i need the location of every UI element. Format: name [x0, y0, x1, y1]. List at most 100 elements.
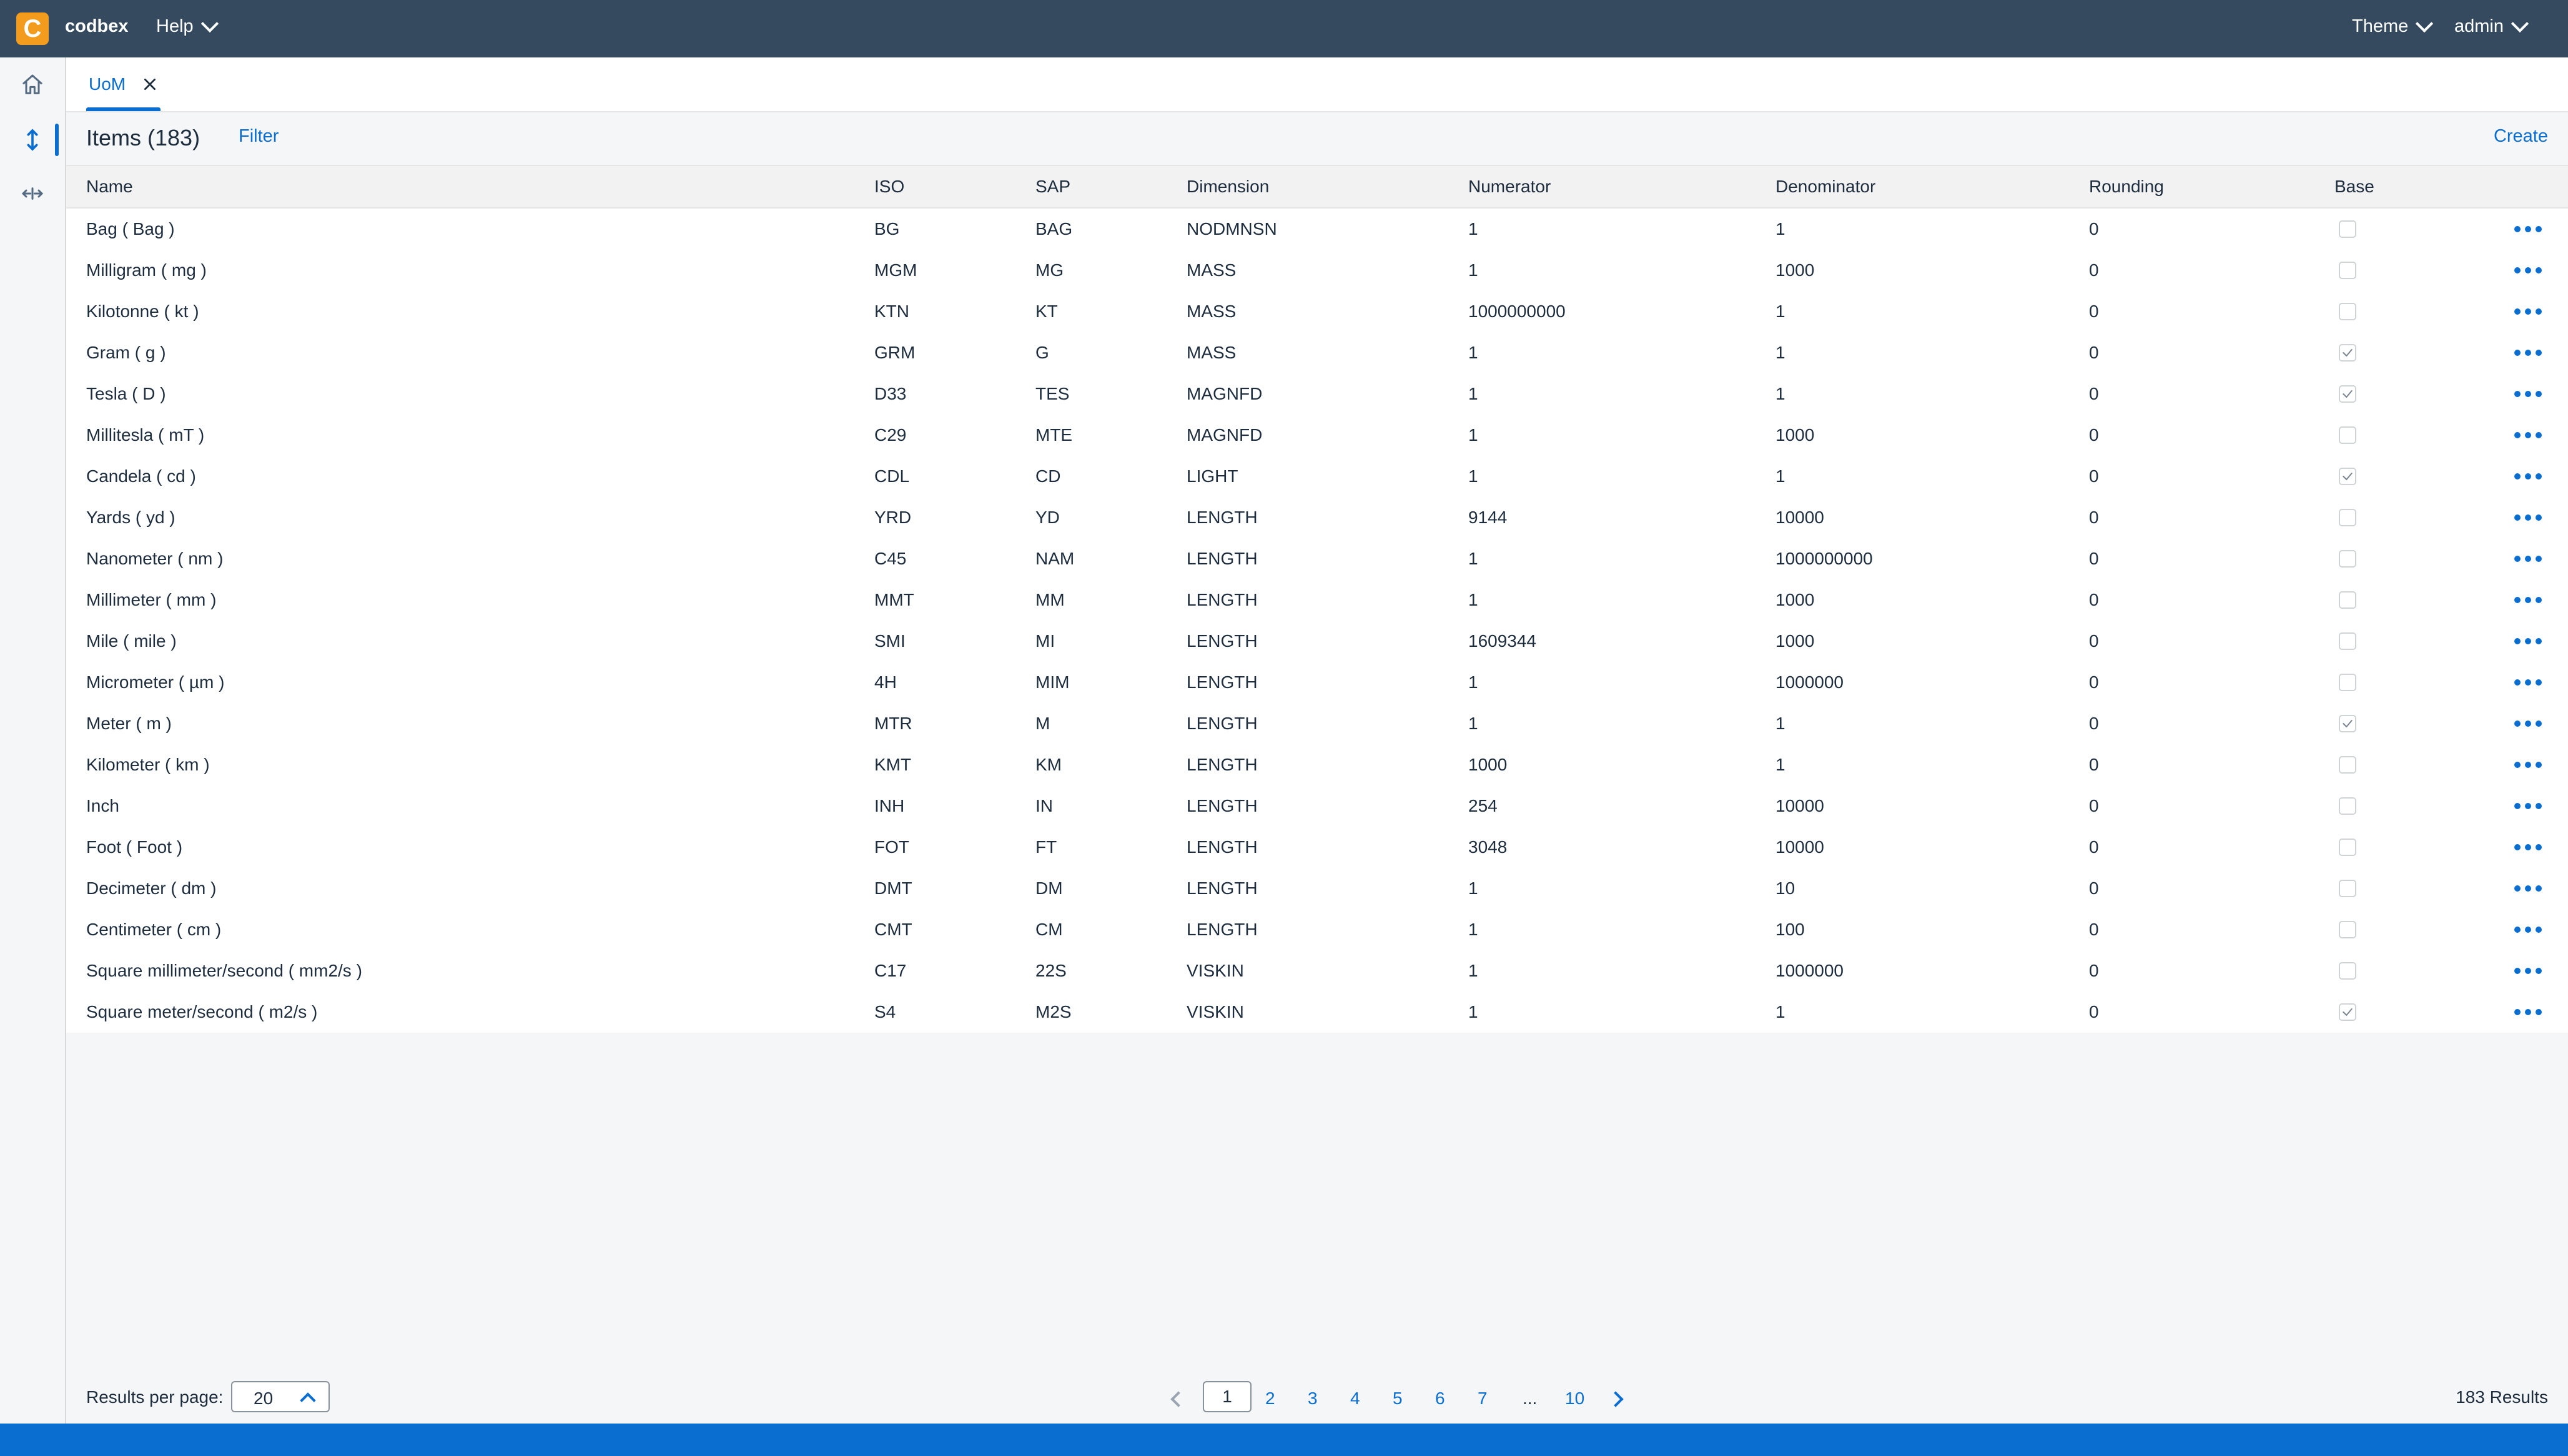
row-actions-button[interactable] [2514, 714, 2542, 733]
close-icon[interactable] [142, 76, 158, 92]
table-row[interactable]: Decimeter ( dm ) DMT DM LENGTH 1 10 0 [66, 868, 2568, 909]
create-button[interactable]: Create [2494, 126, 2548, 147]
table-row[interactable]: Foot ( Foot ) FOT FT LENGTH 3048 10000 0 [66, 827, 2568, 868]
name-cell: Nanometer ( nm ) [86, 549, 224, 568]
row-actions-button[interactable] [2514, 549, 2542, 568]
table-row[interactable]: Kilometer ( km ) KMT KM LENGTH 1000 1 0 [66, 744, 2568, 785]
table-row[interactable]: Candela ( cd ) CDL CD LIGHT 1 1 0 [66, 456, 2568, 497]
row-actions-button[interactable] [2514, 261, 2542, 280]
tab-uom[interactable]: UoM [86, 57, 161, 111]
page-7-button[interactable]: 7 [1478, 1389, 1488, 1409]
table-row[interactable]: Mile ( mile ) SMI MI LENGTH 1609344 1000 0 [66, 621, 2568, 662]
column-header-rounding[interactable]: Rounding [2089, 166, 2164, 207]
column-header-name[interactable]: Name [86, 166, 133, 207]
row-actions-button[interactable] [2514, 385, 2542, 403]
home-button[interactable] [0, 60, 65, 110]
codbex-logo-icon[interactable]: C [16, 12, 49, 45]
uom-table: Name ISO SAP Dimension Numerator Denomin… [66, 165, 2568, 1033]
filter-button[interactable]: Filter [239, 126, 279, 147]
iso-cell: C17 [874, 961, 907, 980]
rounding-cell: 0 [2089, 631, 2099, 651]
column-header-denominator[interactable]: Denominator [1775, 166, 1875, 207]
row-actions-button[interactable] [2514, 426, 2542, 445]
table-row[interactable]: Tesla ( D ) D33 TES MAGNFD 1 1 0 [66, 373, 2568, 415]
sap-cell: 22S [1035, 961, 1067, 980]
theme-menu[interactable]: Theme [2352, 14, 2434, 37]
table-row[interactable]: Meter ( m ) MTR M LENGTH 1 1 0 [66, 703, 2568, 744]
column-header-dimension[interactable]: Dimension [1187, 166, 1269, 207]
row-actions-button[interactable] [2514, 1003, 2542, 1021]
more-dot [2514, 885, 2521, 892]
iso-cell: YRD [874, 508, 912, 527]
denominator-cell: 1000 [1775, 425, 1815, 445]
page-6-button[interactable]: 6 [1435, 1389, 1445, 1409]
page-5-button[interactable]: 5 [1393, 1389, 1403, 1409]
row-actions-button[interactable] [2514, 838, 2542, 857]
page-2-button[interactable]: 2 [1265, 1389, 1275, 1409]
row-actions-button[interactable] [2514, 962, 2542, 980]
row-actions-button[interactable] [2514, 302, 2542, 321]
expand-nav-button[interactable] [0, 169, 65, 219]
page-ellipsis: ... [1523, 1389, 1538, 1408]
row-actions-button[interactable] [2514, 508, 2542, 527]
row-actions-button[interactable] [2514, 920, 2542, 939]
table-row[interactable]: Gram ( g ) GRM G MASS 1 1 0 [66, 332, 2568, 373]
table-row[interactable]: Milligram ( mg ) MGM MG MASS 1 1000 0 [66, 250, 2568, 291]
row-actions-button[interactable] [2514, 673, 2542, 692]
row-actions-button[interactable] [2514, 591, 2542, 609]
table-row[interactable]: Nanometer ( nm ) C45 NAM LENGTH 1 1000000000 0 [66, 538, 2568, 579]
column-header-sap[interactable]: SAP [1035, 166, 1070, 207]
denominator-cell: 1000000000 [1775, 549, 1873, 568]
rounding-cell: 0 [2089, 219, 2099, 239]
row-actions-button[interactable] [2514, 797, 2542, 815]
column-header-iso[interactable]: ISO [874, 166, 904, 207]
more-dot [2514, 267, 2521, 273]
row-actions-button[interactable] [2514, 467, 2542, 486]
name-cell: Yards ( yd ) [86, 508, 175, 527]
table-row[interactable]: Inch INH IN LENGTH 254 10000 0 [66, 785, 2568, 827]
page-10-button[interactable]: 10 [1565, 1389, 1584, 1409]
table-row[interactable]: Kilotonne ( kt ) KTN KT MASS 1000000000 1 0 [66, 291, 2568, 332]
results-per-page-select[interactable]: 20 [231, 1381, 330, 1412]
more-dot [2514, 844, 2521, 850]
page-3-button[interactable]: 3 [1308, 1389, 1318, 1409]
table-row[interactable]: Bag ( Bag ) BG BAG NODMNSN 1 1 0 [66, 209, 2568, 250]
brand-name[interactable]: codbex [65, 16, 129, 37]
more-dot [2525, 968, 2531, 974]
table-row[interactable]: Square millimeter/second ( mm2/s ) C17 22S… [66, 950, 2568, 991]
name-cell: Square millimeter/second ( mm2/s ) [86, 961, 362, 980]
numerator-cell: 1000 [1468, 755, 1508, 774]
table-row[interactable]: Micrometer ( µm ) 4H MIM LENGTH 1 1000000 0 [66, 662, 2568, 703]
table-body: Bag ( Bag ) BG BAG NODMNSN 1 1 0 Milligram ( mg… [66, 209, 2568, 1033]
more-dot [2525, 350, 2531, 356]
sap-cell: YD [1035, 508, 1060, 527]
column-header-base[interactable]: Base [2334, 166, 2374, 207]
rounding-cell: 0 [2089, 672, 2099, 692]
base-checkbox [2339, 385, 2356, 403]
table-row[interactable]: Yards ( yd ) YRD YD LENGTH 9144 10000 0 [66, 497, 2568, 538]
iso-cell: FOT [874, 837, 909, 857]
help-menu[interactable]: Help [156, 14, 219, 37]
table-row[interactable]: Centimeter ( cm ) CMT CM LENGTH 1 100 0 [66, 909, 2568, 950]
next-page-icon[interactable] [1607, 1391, 1624, 1407]
table-row[interactable]: Square meter/second ( m2/s ) S4 M2S VISKIN 1… [66, 991, 2568, 1033]
more-dot [2536, 803, 2542, 809]
table-row[interactable]: Millimeter ( mm ) MMT MM LENGTH 1 1000 0 [66, 579, 2568, 621]
numerator-cell: 1 [1468, 466, 1478, 486]
row-actions-button[interactable] [2514, 632, 2542, 651]
results-count: 183 Results [2456, 1387, 2548, 1407]
page-4-button[interactable]: 4 [1350, 1389, 1360, 1409]
page-1-button[interactable]: 1 [1203, 1381, 1252, 1412]
row-actions-button[interactable] [2514, 755, 2542, 774]
column-header-numerator[interactable]: Numerator [1468, 166, 1551, 207]
more-dot [2525, 473, 2531, 480]
row-actions-button[interactable] [2514, 220, 2542, 239]
uom-nav-button[interactable] [0, 115, 65, 165]
row-actions-button[interactable] [2514, 879, 2542, 898]
row-actions-button[interactable] [2514, 343, 2542, 362]
iso-cell: C29 [874, 425, 907, 445]
base-checkbox [2339, 632, 2356, 650]
user-menu[interactable]: admin [2454, 14, 2529, 37]
table-row[interactable]: Millitesla ( mT ) C29 MTE MAGNFD 1 1000 0 [66, 415, 2568, 456]
previous-page-icon[interactable] [1170, 1391, 1187, 1407]
